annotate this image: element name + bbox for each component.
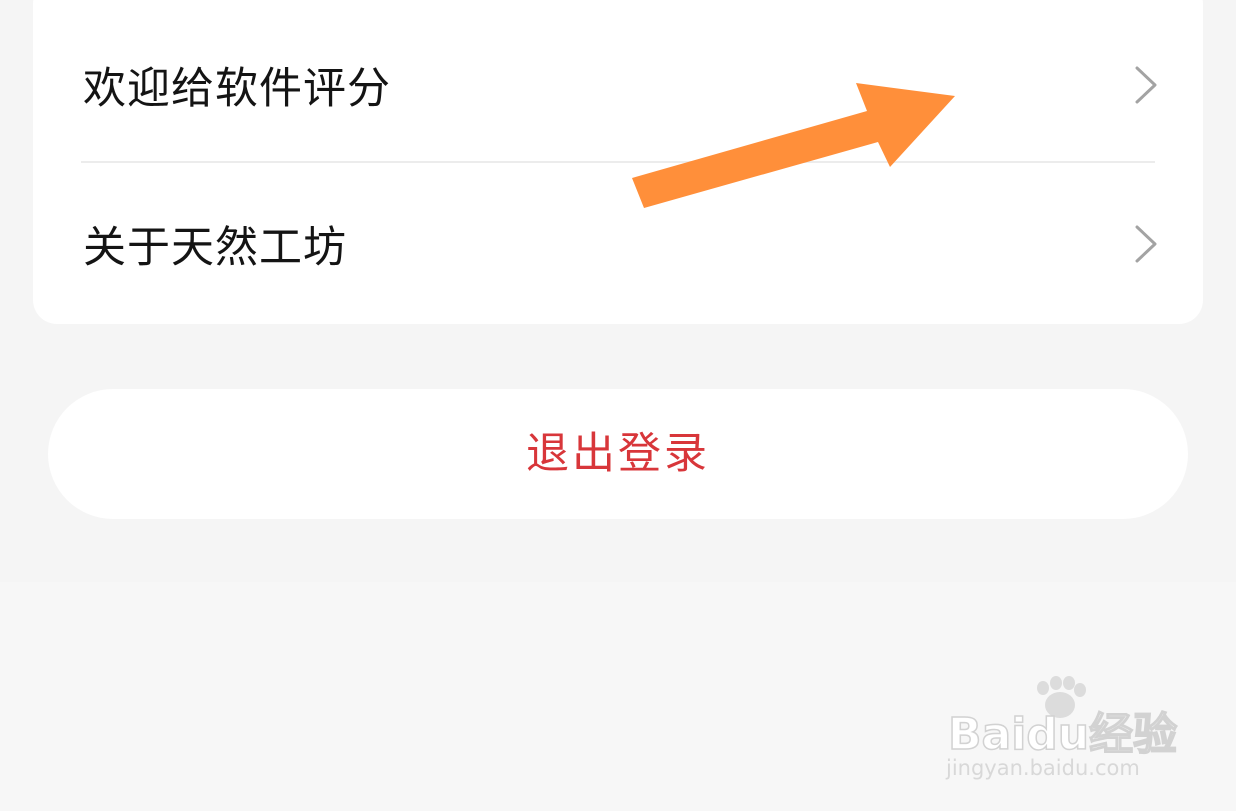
logout-button[interactable]: 退出登录: [48, 389, 1188, 519]
row-divider: [81, 161, 1155, 163]
logout-label: 退出登录: [526, 429, 710, 479]
settings-item-label: 关于天然工坊: [83, 223, 347, 273]
settings-item-label: 欢迎给软件评分: [83, 64, 391, 114]
chevron-right-icon: [1135, 66, 1157, 104]
watermark-url: jingyan.baidu.com: [945, 756, 1140, 780]
settings-card: 欢迎给软件评分 关于天然工坊: [33, 0, 1203, 324]
annotation-arrow-icon: [632, 83, 955, 208]
watermark-brand: Baidu经验: [948, 709, 1177, 760]
settings-item-rate-app[interactable]: 欢迎给软件评分: [33, 5, 1203, 165]
chevron-right-icon: [1135, 225, 1157, 263]
baidu-jingyan-watermark: Baidu经验 jingyan.baidu.com: [945, 676, 1178, 780]
settings-item-about[interactable]: 关于天然工坊: [33, 164, 1203, 324]
